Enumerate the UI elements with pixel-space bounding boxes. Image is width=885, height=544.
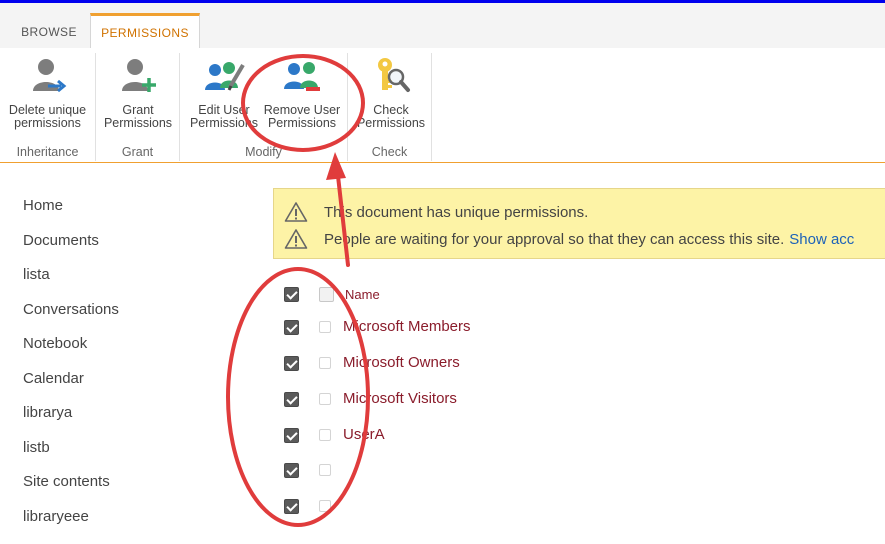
- remove-user-permissions-button[interactable]: Remove User Permissions: [262, 55, 342, 130]
- nav-item-conversations[interactable]: Conversations: [23, 301, 119, 318]
- warning-icon: [284, 202, 308, 222]
- header-select-checkbox[interactable]: [284, 287, 299, 302]
- warning-icon: [284, 229, 308, 249]
- table-row: UserA: [283, 425, 843, 447]
- grant-permissions-label-2: Permissions: [103, 116, 173, 130]
- row-select-checkbox[interactable]: [319, 357, 331, 369]
- show-access-requests-link[interactable]: Show acc: [789, 231, 854, 248]
- nav-item-libraryeee[interactable]: libraryeee: [23, 508, 89, 525]
- delete-permissions-icon: [32, 59, 66, 93]
- edit-users-icon: [205, 62, 245, 91]
- row-select-checkbox[interactable]: [319, 429, 331, 441]
- group-link-microsoft-visitors[interactable]: Microsoft Visitors: [343, 390, 457, 407]
- check-permissions-label-2: Permissions: [356, 116, 426, 130]
- edit-user-permissions-button[interactable]: Edit User Permissions: [185, 55, 263, 130]
- nav-item-calendar[interactable]: Calendar: [23, 370, 84, 387]
- ribbon-group-grant: Grant Permissions Grant: [96, 53, 180, 161]
- nav-item-documents[interactable]: Documents: [23, 232, 99, 249]
- row-select-checkbox[interactable]: [319, 464, 331, 476]
- nav-item-lista[interactable]: lista: [23, 266, 50, 283]
- group-link-microsoft-members[interactable]: Microsoft Members: [343, 318, 471, 335]
- row-select-checkbox[interactable]: [319, 393, 331, 405]
- status-banner: This document has unique permissions. Pe…: [273, 188, 885, 259]
- remove-user-permissions-label-2: Permissions: [267, 116, 337, 130]
- nav-item-notebook[interactable]: Notebook: [23, 335, 87, 352]
- select-all-checkbox[interactable]: [319, 287, 334, 302]
- nav-item-home[interactable]: Home: [23, 197, 63, 214]
- table-row: Microsoft Owners: [283, 353, 843, 375]
- tab-permissions[interactable]: PERMISSIONS: [90, 13, 200, 51]
- key-magnifier-icon: [378, 58, 410, 92]
- banner-text-approval: People are waiting for your approval so …: [324, 230, 785, 248]
- nav-item-librarya[interactable]: librarya: [23, 404, 72, 421]
- group-label-inheritance: Inheritance: [16, 145, 79, 159]
- row-checkbox-checked[interactable]: [284, 392, 299, 407]
- table-row: Microsoft Visitors: [283, 389, 843, 411]
- user-link-usera[interactable]: UserA: [343, 426, 385, 443]
- ribbon-group-inheritance: Delete unique permissions Inheritance: [0, 53, 96, 161]
- tab-browse[interactable]: BROWSE: [10, 13, 88, 51]
- grant-permissions-icon: [122, 59, 156, 92]
- nav-item-site-contents[interactable]: Site contents: [23, 473, 110, 490]
- table-row: Microsoft Members: [283, 317, 843, 339]
- row-checkbox-checked[interactable]: [284, 320, 299, 335]
- edit-user-permissions-label-2: Permissions: [189, 116, 259, 130]
- row-select-checkbox[interactable]: [319, 500, 331, 512]
- group-label-check: Check: [371, 145, 408, 159]
- ribbon-tab-strip: BROWSE PERMISSIONS: [0, 3, 885, 51]
- banner-row-approval: People are waiting for your approval so …: [284, 227, 854, 251]
- column-header-name[interactable]: Name: [345, 287, 380, 302]
- row-select-checkbox[interactable]: [319, 321, 331, 333]
- banner-text-unique: This document has unique permissions.: [324, 203, 589, 221]
- group-link-microsoft-owners[interactable]: Microsoft Owners: [343, 354, 460, 371]
- ribbon: Delete unique permissions Inheritance Gr…: [0, 48, 885, 163]
- table-row: [283, 496, 843, 518]
- group-label-grant: Grant: [121, 145, 154, 159]
- grant-permissions-button[interactable]: Grant Permissions: [100, 55, 176, 130]
- remove-users-icon: [284, 62, 320, 91]
- banner-row-unique: This document has unique permissions.: [284, 200, 588, 224]
- table-row: [283, 460, 843, 482]
- row-checkbox-checked[interactable]: [284, 428, 299, 443]
- list-header-row: Name: [283, 284, 843, 306]
- ribbon-group-modify: Edit User Permissions Remove User Permis…: [180, 53, 348, 161]
- row-checkbox-checked[interactable]: [284, 463, 299, 478]
- row-checkbox-checked[interactable]: [284, 356, 299, 371]
- delete-unique-permissions-label-2: permissions: [14, 116, 81, 130]
- delete-unique-permissions-button[interactable]: Delete unique permissions: [0, 55, 95, 130]
- ribbon-group-check: Check Permissions Check: [348, 53, 432, 161]
- nav-item-listb[interactable]: listb: [23, 439, 50, 456]
- row-checkbox-checked[interactable]: [284, 499, 299, 514]
- check-permissions-button[interactable]: Check Permissions: [352, 55, 430, 130]
- group-label-modify: Modify: [245, 145, 282, 159]
